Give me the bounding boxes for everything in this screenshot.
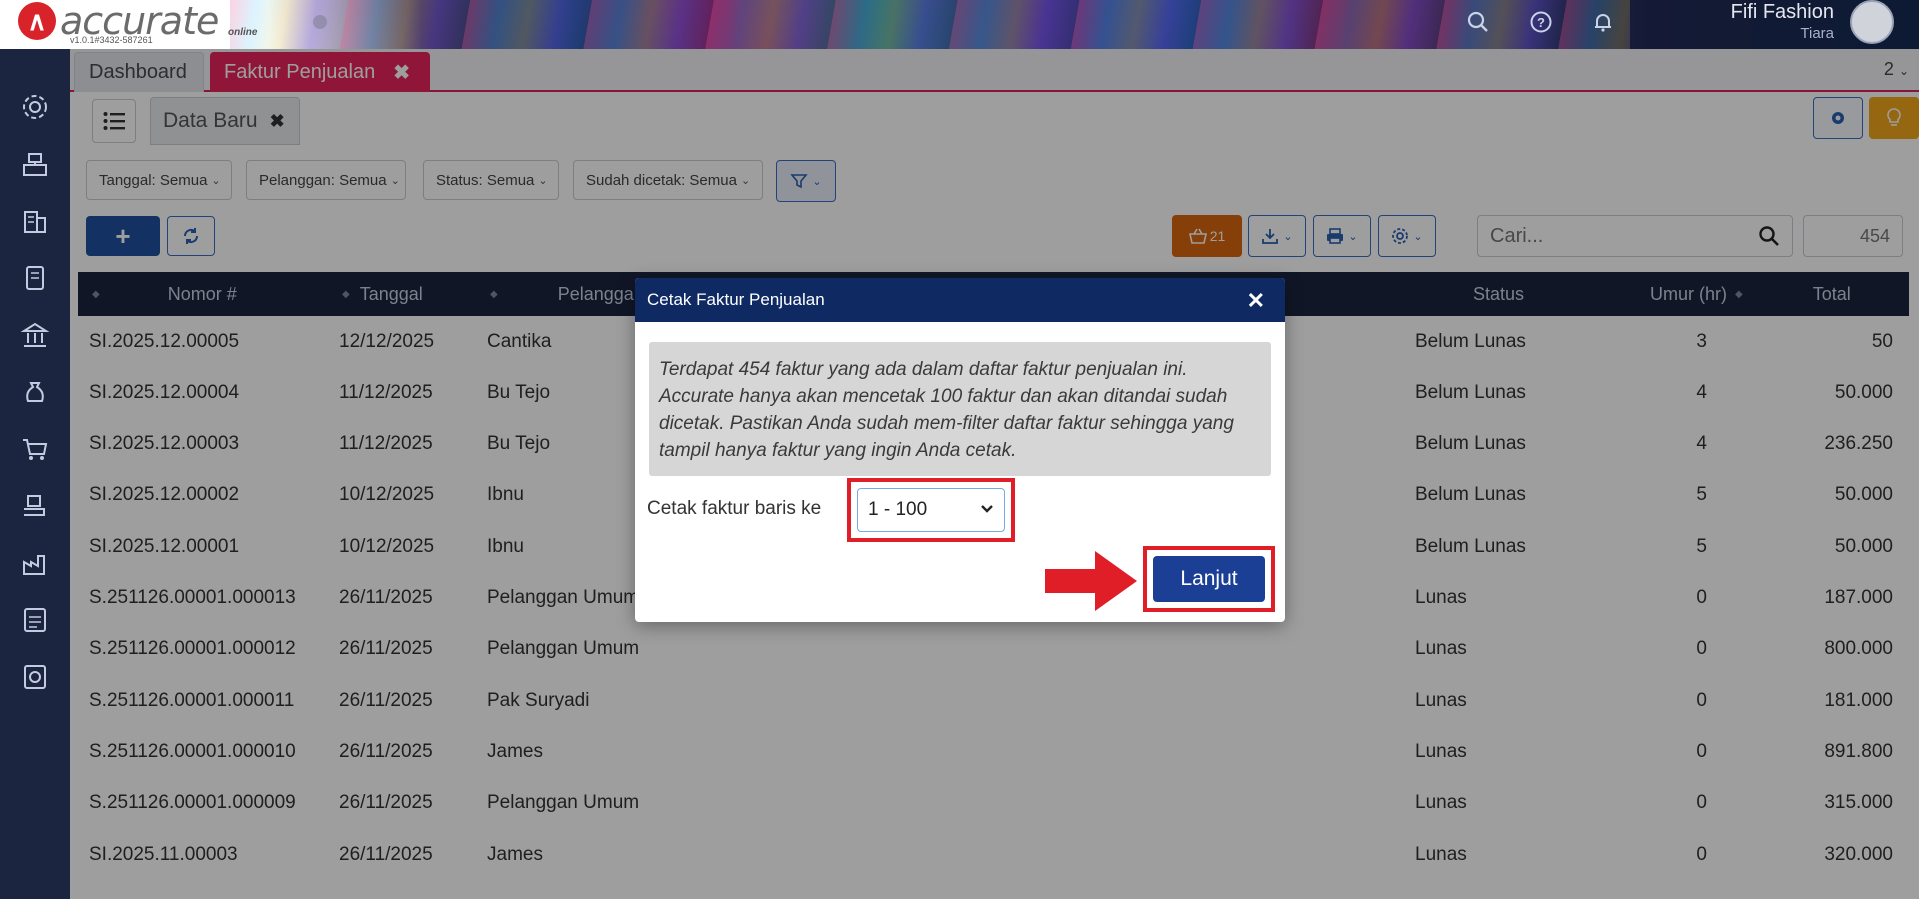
factory-icon[interactable]	[17, 545, 53, 581]
building-icon[interactable]	[17, 203, 53, 239]
tax-report-icon[interactable]	[17, 602, 53, 638]
user-name: Tiara	[1800, 25, 1834, 42]
search-icon[interactable]	[1464, 8, 1492, 36]
app-version: v1.0.1#3432-587261	[70, 35, 153, 45]
chevron-down-icon	[980, 501, 994, 517]
cloud-dot-icon	[313, 15, 327, 29]
range-select-value: 1 - 100	[868, 499, 928, 520]
cash-register-icon[interactable]	[17, 146, 53, 182]
print-dialog: Cetak Faktur Penjualan ✕ Terdapat 454 fa…	[635, 278, 1285, 622]
inventory-cart-icon[interactable]	[17, 488, 53, 524]
top-header: ∧ accurate online v1.0.1#3432-587261 ? F…	[0, 0, 1919, 49]
avatar[interactable]	[1850, 0, 1894, 44]
cart-icon[interactable]	[17, 431, 53, 467]
dialog-header: Cetak Faktur Penjualan ✕	[635, 278, 1285, 322]
svg-text:?: ?	[1537, 15, 1545, 30]
logo-online-label: online	[228, 27, 258, 38]
sidebar	[0, 49, 70, 899]
range-label: Cetak faktur baris ke	[647, 498, 822, 519]
dialog-info-note: Terdapat 454 faktur yang ada dalam dafta…	[649, 342, 1271, 476]
range-select[interactable]: 1 - 100	[857, 488, 1005, 532]
reports-icon[interactable]	[17, 659, 53, 695]
range-select-highlight: 1 - 100	[847, 478, 1015, 542]
help-icon[interactable]: ?	[1527, 8, 1555, 36]
user-company-name[interactable]: Fifi Fashion	[1731, 1, 1834, 24]
settings-icon[interactable]	[17, 89, 53, 125]
dialog-title: Cetak Faktur Penjualan	[647, 290, 825, 309]
continue-button-label: Lanjut	[1180, 567, 1238, 590]
bell-icon[interactable]	[1589, 8, 1617, 36]
bank-icon[interactable]	[17, 317, 53, 353]
header-decoration	[230, 0, 1630, 49]
arrow-right-icon	[1045, 551, 1137, 611]
close-icon[interactable]: ✕	[1247, 288, 1265, 314]
money-bag-icon[interactable]	[17, 374, 53, 410]
ledger-book-icon[interactable]	[17, 260, 53, 296]
continue-button[interactable]: Lanjut	[1153, 556, 1265, 602]
continue-button-highlight: Lanjut	[1143, 546, 1275, 612]
logo-mark-icon: ∧	[18, 2, 56, 40]
